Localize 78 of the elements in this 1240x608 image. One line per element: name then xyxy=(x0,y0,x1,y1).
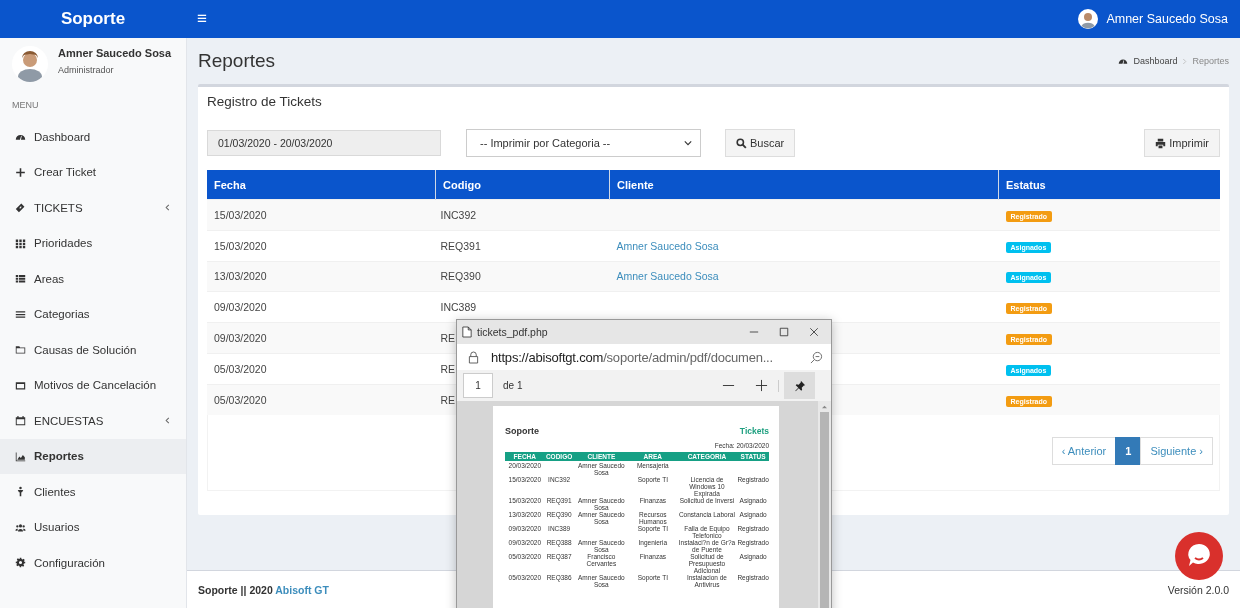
folder-icon xyxy=(15,344,26,356)
brand-title[interactable]: Soporte xyxy=(0,9,186,29)
zoom-out-icon[interactable] xyxy=(810,350,823,364)
window-title: tickets_pdf.php xyxy=(477,326,548,338)
settings-icon xyxy=(15,557,26,569)
sidebar-item[interactable]: Configuración xyxy=(0,545,186,581)
column-header: Fecha xyxy=(207,170,436,200)
printer-icon xyxy=(1155,137,1167,149)
footer-link[interactable]: Abisoft GT xyxy=(275,583,329,596)
scrollbar[interactable] xyxy=(818,401,831,608)
document-heading: Tickets xyxy=(739,426,769,436)
sidebar-item[interactable]: Clientes xyxy=(0,474,186,510)
menu-heading: MENU xyxy=(11,99,40,112)
pagination-button[interactable]: Siguiente › xyxy=(1140,436,1213,465)
column-header: Cliente xyxy=(609,170,999,200)
profile-name: Amner Saucedo Sosa xyxy=(58,47,172,59)
version-text: Versión 2.0.0 xyxy=(1167,583,1229,596)
pagination-button[interactable]: 1 xyxy=(1115,436,1142,465)
avatar-icon xyxy=(12,46,48,82)
footer-text: Soporte || 2020 Abisoft GT xyxy=(198,583,329,596)
scroll-up-icon[interactable] xyxy=(821,404,828,409)
sidebar-item[interactable]: Dashboard xyxy=(0,119,186,155)
calendar-icon xyxy=(15,415,26,427)
menu-button[interactable]: ≡ xyxy=(191,9,213,29)
plus-icon xyxy=(15,166,26,178)
table-cell: 09/03/2020 xyxy=(207,322,436,354)
sidebar-item[interactable]: Usuarios xyxy=(0,509,186,545)
close-icon[interactable] xyxy=(809,327,819,337)
search-icon xyxy=(736,137,747,149)
search-button[interactable]: Buscar xyxy=(725,129,796,157)
sidebar-item[interactable]: Crear Ticket xyxy=(0,154,186,190)
maximize-icon[interactable] xyxy=(779,327,789,337)
profile-role: Administrador xyxy=(58,65,115,75)
table-cell: INC392 xyxy=(435,199,610,231)
table-cell: 05/03/2020 xyxy=(207,384,436,415)
sidebar-item[interactable]: Motivos de Cancelación xyxy=(0,367,186,403)
pin-icon xyxy=(793,379,806,392)
sidebar-item[interactable]: ENCUESTAS xyxy=(0,403,186,439)
chevron-right-icon xyxy=(1182,57,1188,65)
client-link[interactable]: Amner Saucedo Sosa xyxy=(616,270,719,283)
category-select[interactable]: -- Imprimir por Categoria -- xyxy=(466,129,701,157)
sidebar-item[interactable]: Areas xyxy=(0,261,186,297)
breadcrumb-link[interactable]: Dashboard xyxy=(1133,56,1178,66)
column-header: Estatus xyxy=(998,170,1220,200)
sidebar-item[interactable]: Reportes xyxy=(0,438,186,474)
page-title: Reportes xyxy=(198,50,276,72)
user-name[interactable]: Amner Saucedo Sosa xyxy=(1106,12,1228,26)
sidebar-item[interactable]: TICKETS xyxy=(0,190,186,226)
chat-icon[interactable] xyxy=(1175,532,1223,580)
document-icon xyxy=(462,326,472,338)
list-icon xyxy=(15,273,26,285)
sidebar-item[interactable]: Prioridades xyxy=(0,225,186,261)
pin-button[interactable] xyxy=(784,372,815,399)
sidebar-item[interactable]: Causas de Solución xyxy=(0,332,186,368)
column-header: Codigo xyxy=(435,170,610,200)
sidebar-item[interactable]: Categorias xyxy=(0,296,186,332)
caret-icon xyxy=(684,140,692,146)
avatar-icon[interactable] xyxy=(1078,9,1099,29)
breadcrumb-current: Reportes xyxy=(1192,56,1229,66)
client-link[interactable]: Amner Saucedo Sosa xyxy=(616,239,719,252)
person-icon xyxy=(15,486,26,498)
table-cell: 13/03/2020 xyxy=(207,261,436,292)
users-icon xyxy=(15,521,26,533)
table-cell: REQ390 xyxy=(435,261,610,292)
plus-icon[interactable] xyxy=(755,379,768,392)
pagination-button[interactable]: ‹ Anterior xyxy=(1051,436,1117,465)
window-icon xyxy=(15,379,26,391)
grid-icon xyxy=(15,237,26,249)
date-range-field[interactable]: 01/03/2020 - 20/03/2020 xyxy=(207,130,441,156)
page-number-field[interactable]: 1 xyxy=(463,373,493,398)
document-title: Soporte xyxy=(505,426,539,436)
table-cell: 15/03/2020 xyxy=(207,199,436,231)
card-title: Registro de Tickets xyxy=(207,93,323,111)
menu-lines-icon xyxy=(15,308,26,320)
ticket-icon xyxy=(15,202,26,214)
lock-icon xyxy=(468,350,479,364)
print-button[interactable]: Imprimir xyxy=(1144,129,1220,157)
area-chart-icon xyxy=(15,450,26,462)
